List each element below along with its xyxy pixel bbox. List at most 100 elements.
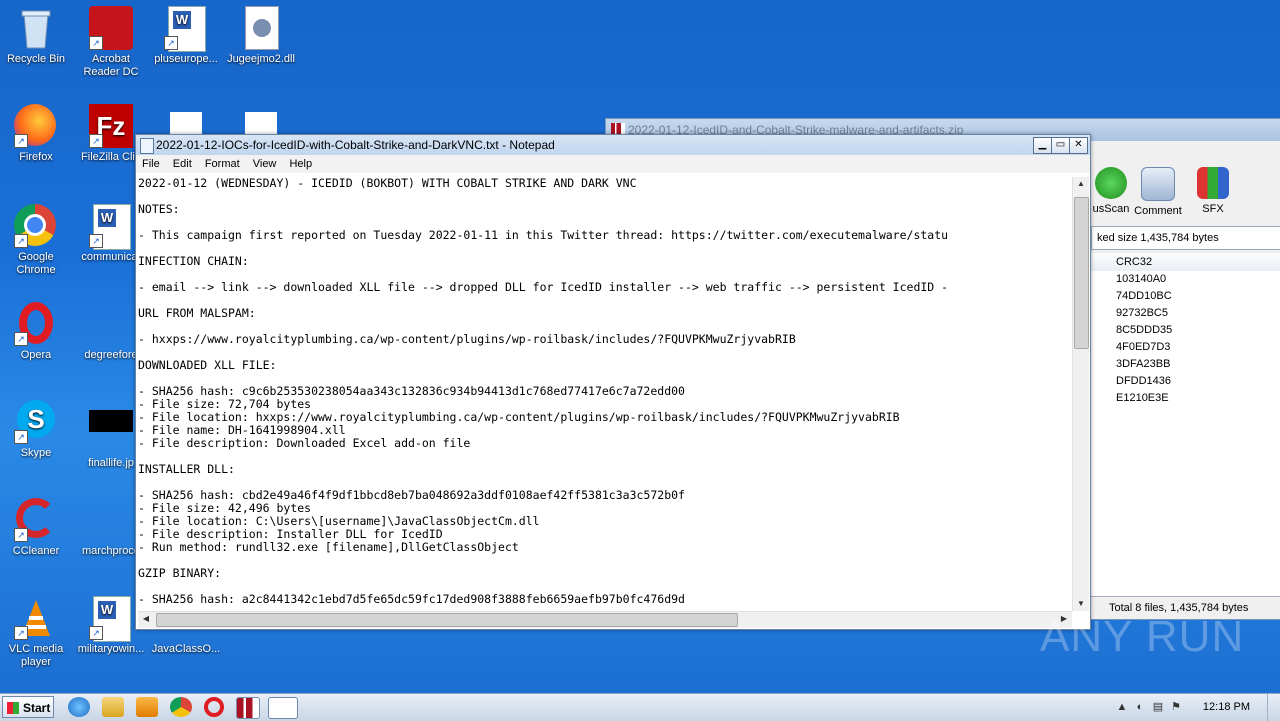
list-item[interactable]: 3DFA23BB (1091, 356, 1280, 373)
windows-logo-icon (7, 702, 19, 714)
list-item[interactable]: E1210E3E (1091, 390, 1280, 407)
ccleaner-icon: ↗ (14, 498, 58, 542)
shortcut-arrow-icon: ↗ (14, 234, 28, 248)
shortcut-arrow-icon: ↗ (164, 36, 178, 50)
desktop-icon-recycle-bin[interactable]: Recycle Bin (0, 0, 72, 66)
text-line: URL FROM MALSPAM: (138, 306, 256, 320)
shortcut-arrow-icon: ↗ (89, 134, 103, 148)
text-line: - hxxps://www.royalcityplumbing.ca/wp-co… (138, 332, 796, 346)
menu-format[interactable]: Format (201, 158, 244, 170)
recycle-bin-icon (14, 6, 58, 50)
scroll-down-icon[interactable]: ▼ (1074, 597, 1088, 611)
opera-taskbar-icon[interactable] (204, 697, 224, 717)
list-item[interactable]: 74DD10BC (1091, 288, 1280, 305)
text-line: 2022-01-12 (WEDNESDAY) - ICEDID (BOKBOT)… (138, 177, 637, 190)
desktop-icon-acrobat[interactable]: ↗ Acrobat Reader DC (75, 0, 147, 79)
taskbar: Start ▲ ◐ ▤ ⚑ 12:18 PM (0, 693, 1280, 721)
chrome-taskbar-icon[interactable] (170, 697, 192, 717)
list-item[interactable]: 8C5DDD35 (1091, 322, 1280, 339)
start-button[interactable]: Start (2, 696, 54, 718)
menu-file[interactable]: File (138, 158, 164, 170)
desktop-icon-label: Recycle Bin (6, 53, 66, 65)
desktop-icon-label: Acrobat Reader DC (83, 53, 139, 78)
desktop-icon-chrome[interactable]: ↗ Google Chrome (0, 198, 72, 277)
list-item[interactable]: DFDD1436 (1091, 373, 1280, 390)
show-desktop-button[interactable] (1267, 694, 1280, 721)
notepad-menubar: File Edit Format View Help (136, 155, 1090, 173)
word-document-icon: W ↗ (89, 596, 133, 642)
shortcut-arrow-icon: ↗ (14, 332, 28, 346)
minimize-button[interactable]: ▁ (1033, 137, 1052, 154)
toolbar-sfx-button[interactable]: SFX (1183, 167, 1243, 215)
desktop-icon-dll[interactable]: Jugeejmo2.dll (225, 0, 297, 66)
bug-icon (1095, 167, 1127, 199)
text-line: INSTALLER DLL: (138, 462, 235, 476)
winrar-taskbar-icon[interactable] (236, 697, 260, 719)
archive-column-header[interactable]: CRC32 (1091, 253, 1280, 272)
toolbar-label: SFX (1202, 203, 1224, 215)
text-line: DOWNLOADED XLL FILE: (138, 358, 277, 372)
menu-help[interactable]: Help (285, 158, 316, 170)
shortcut-arrow-icon: ↗ (14, 134, 28, 148)
desktop-icon-label: JavaClassO... (151, 643, 221, 655)
archive-file-list[interactable]: 103140A0 74DD10BC 92732BC5 8C5DDD35 4F0E… (1091, 271, 1280, 611)
menu-edit[interactable]: Edit (169, 158, 196, 170)
scroll-up-icon[interactable]: ▲ (1074, 177, 1088, 191)
column-crc32[interactable]: CRC32 (1116, 253, 1152, 271)
text-line (138, 190, 1072, 203)
text-line: - email --> link --> downloaded XLL file… (138, 280, 949, 294)
menu-view[interactable]: View (249, 158, 281, 170)
toolbar-label: usScan (1092, 203, 1130, 215)
desktop-icon-ccleaner[interactable]: ↗ CCleaner (0, 492, 72, 558)
text-line (138, 554, 1072, 567)
desktop-icon-label: Opera (20, 349, 52, 361)
notepad-taskbar-icon[interactable] (268, 697, 298, 719)
desktop-icon-label: Skype (20, 447, 52, 459)
file-explorer-icon[interactable] (102, 697, 124, 717)
sfx-icon (1197, 167, 1229, 199)
media-player-icon[interactable] (136, 697, 158, 717)
start-label: Start (23, 701, 51, 715)
internet-explorer-icon[interactable] (68, 697, 90, 717)
volume-icon[interactable]: ◐ (1134, 701, 1146, 713)
tray-expand-icon[interactable]: ▲ (1116, 701, 1128, 713)
shortcut-arrow-icon: ↗ (89, 626, 103, 640)
notepad-window[interactable]: 2022-01-12-IOCs-for-IcedID-with-Cobalt-S… (135, 134, 1091, 630)
text-line (138, 242, 1072, 255)
notepad-text-area[interactable]: 2022-01-12 (WEDNESDAY) - ICEDID (BOKBOT)… (138, 177, 1072, 611)
text-line: - This campaign first reported on Tuesda… (138, 228, 949, 242)
shortcut-arrow-icon: ↗ (89, 234, 103, 248)
horizontal-scroll-thumb[interactable] (156, 613, 738, 627)
desktop-icon-firefox[interactable]: ↗ Firefox (0, 98, 72, 164)
action-center-flag-icon[interactable]: ⚑ (1170, 701, 1182, 713)
vertical-scrollbar[interactable]: ▲ ▼ (1072, 177, 1089, 611)
desktop-icon-vlc[interactable]: ↗ VLC media player (0, 590, 72, 669)
network-icon[interactable]: ▤ (1152, 701, 1164, 713)
list-item[interactable]: 4F0ED7D3 (1091, 339, 1280, 356)
shortcut-arrow-icon: ↗ (89, 36, 103, 50)
word-document-icon: W ↗ (89, 204, 133, 250)
desktop-icon-opera[interactable]: ↗ Opera (0, 296, 72, 362)
text-line: - File description: Downloaded Excel add… (138, 436, 471, 450)
shortcut-arrow-icon: ↗ (14, 626, 28, 640)
vlc-icon: ↗ (14, 596, 58, 640)
toolbar-label: Comment (1134, 205, 1182, 217)
toolbar-comment-button[interactable]: Comment (1128, 167, 1188, 217)
close-button[interactable]: ✕ (1069, 137, 1088, 154)
list-item[interactable]: 92732BC5 (1091, 305, 1280, 322)
desktop-icon-skype[interactable]: S ↗ Skype (0, 394, 72, 460)
dll-file-icon (239, 6, 283, 50)
tray-clock[interactable]: 12:18 PM (1203, 694, 1250, 721)
desktop-icon-pluseurope[interactable]: W ↗ pluseurope... (150, 0, 222, 66)
firefox-icon: ↗ (14, 104, 58, 148)
maximize-button[interactable]: ▭ (1051, 137, 1070, 154)
list-item[interactable]: 103140A0 (1091, 271, 1280, 288)
notepad-titlebar[interactable]: 2022-01-12-IOCs-for-IcedID-with-Cobalt-S… (136, 135, 1090, 155)
vertical-scroll-thumb[interactable] (1074, 197, 1089, 349)
text-line (138, 346, 1072, 359)
desktop-icon-label: VLC media player (8, 643, 64, 668)
skype-icon: S ↗ (14, 400, 58, 444)
file-icon (89, 498, 133, 542)
horizontal-scrollbar[interactable]: ◀ ▶ (138, 611, 1072, 628)
scroll-left-icon[interactable]: ◀ (139, 612, 153, 626)
